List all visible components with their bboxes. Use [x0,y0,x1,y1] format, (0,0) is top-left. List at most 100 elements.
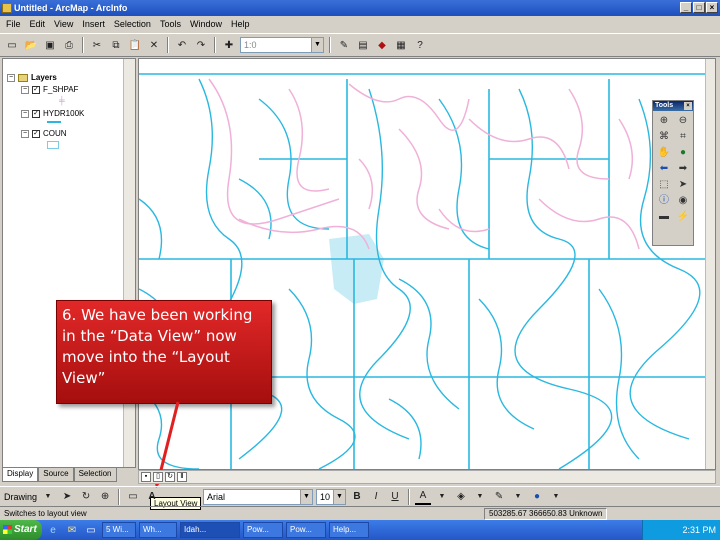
arctoolbox-icon[interactable]: ◆ [374,37,390,53]
chevron-down-icon[interactable]: ▼ [434,489,450,505]
layer-visibility-checkbox[interactable]: ✓ [32,109,40,118]
start-button[interactable]: Start [0,520,42,540]
refresh-view-button[interactable]: ↻ [165,472,175,482]
zoom-out-icon[interactable]: ⊖ [674,113,692,128]
tab-display[interactable]: Display [2,468,39,482]
command-line-icon[interactable]: ▦ [393,37,409,53]
tools-palette-header[interactable]: Tools × [653,101,693,111]
menu-insert[interactable]: Insert [82,16,105,32]
marker-color-icon[interactable]: ● [529,489,545,505]
chevron-down-icon[interactable]: ▼ [548,489,564,505]
cut-icon[interactable]: ✂ [89,37,105,53]
arccatalog-icon[interactable]: ▤ [355,37,371,53]
data-view-button[interactable]: ▪ [141,472,151,482]
menu-edit[interactable]: Edit [30,16,46,32]
add-data-icon[interactable]: ✚ [221,37,237,53]
menu-window[interactable]: Window [190,16,222,32]
collapse-icon[interactable]: − [21,129,29,138]
layer-visibility-checkbox[interactable]: ✓ [32,85,40,94]
menu-help[interactable]: Help [231,16,250,32]
task-button[interactable]: Wh... [139,522,177,538]
save-icon[interactable]: ▣ [42,37,58,53]
tab-selection[interactable]: Selection [73,468,117,482]
chevron-down-icon[interactable]: ▼ [300,489,313,504]
pause-drawing-button[interactable]: Ⅱ [177,472,187,482]
minimize-button[interactable]: _ [680,2,692,13]
map-scrollbar[interactable] [705,59,715,469]
tab-source[interactable]: Source [38,468,74,482]
print-icon[interactable]: ⎙ [61,37,77,53]
layer-item[interactable]: − ✓ COUN [21,129,67,138]
close-button[interactable]: × [706,2,718,13]
chevron-down-icon[interactable]: ▼ [333,489,346,504]
collapse-icon[interactable]: − [7,73,15,82]
collapse-icon[interactable]: − [21,109,29,118]
close-icon[interactable]: × [684,102,692,110]
forward-arrow-icon[interactable]: ➡ [674,161,692,176]
fixed-zoom-out-icon[interactable]: ⌗ [674,129,692,144]
chevron-down-icon[interactable]: ▼ [472,489,488,505]
editor-toolbar-icon[interactable]: ✎ [336,37,352,53]
layer-visibility-checkbox[interactable]: ✓ [32,129,40,138]
redo-icon[interactable]: ↷ [193,37,209,53]
whats-this-help-icon[interactable]: ? [412,37,428,53]
select-elements-pointer-icon[interactable]: ➤ [674,177,692,192]
line-color-icon[interactable]: ✎ [491,489,507,505]
select-features-icon[interactable]: ⬚ [655,177,673,192]
menu-selection[interactable]: Selection [114,16,151,32]
layers-root[interactable]: − Layers [7,73,57,82]
underline-icon[interactable]: U [387,489,403,505]
paste-icon[interactable]: 📋 [127,37,143,53]
maximize-button[interactable]: □ [693,2,705,13]
fixed-zoom-in-icon[interactable]: ⌘ [655,129,673,144]
find-binoculars-icon[interactable]: ◉ [674,193,692,208]
font-name-combo[interactable]: Arial ▼ [203,488,314,505]
start-label: Start [14,524,37,535]
collapse-icon[interactable]: − [21,85,29,94]
map-display[interactable] [138,58,716,470]
quicklaunch-outlook-icon[interactable]: ✉ [64,522,80,538]
font-color-icon[interactable]: A [415,489,432,505]
text-tool-icon[interactable]: A [144,489,160,505]
layout-view-button[interactable]: ▯ [153,472,163,482]
rotate-icon[interactable]: ↻ [78,489,94,505]
task-button[interactable]: Help... [329,522,369,538]
layer-item[interactable]: − ✓ HYDR100K [21,109,84,118]
drawing-menu[interactable]: Drawing [4,492,37,502]
zoom-in-icon[interactable]: ⊕ [655,113,673,128]
select-elements-pointer-icon[interactable]: ➤ [59,489,75,505]
hyperlink-icon[interactable]: ⚡ [674,209,692,224]
open-folder-icon[interactable]: 📂 [23,37,39,53]
task-button[interactable]: Pow... [286,522,326,538]
measure-icon[interactable]: ▬ [655,209,673,224]
chevron-down-icon[interactable]: ▼ [311,38,323,52]
menu-view[interactable]: View [54,16,73,32]
back-arrow-icon[interactable]: ⬅ [655,161,673,176]
new-document-icon[interactable]: ▭ [4,37,20,53]
full-extent-globe-icon[interactable]: ● [674,145,692,160]
task-button[interactable]: 5 Wi... [102,522,136,538]
rectangle-icon[interactable]: ▭ [125,489,141,505]
menu-tools[interactable]: Tools [160,16,181,32]
toolbar-separator [329,37,331,53]
quicklaunch-ie-icon[interactable]: e [45,522,61,538]
identify-icon[interactable]: ⓘ [655,193,673,208]
fill-color-icon[interactable]: ◈ [453,489,469,505]
menu-file[interactable]: File [6,16,21,32]
italic-icon[interactable]: I [368,489,384,505]
toc-scrollbar[interactable] [123,59,135,467]
copy-icon[interactable]: ⧉ [108,37,124,53]
chevron-down-icon[interactable]: ▼ [40,489,56,505]
zoom-page-icon[interactable]: ⊕ [97,489,113,505]
chevron-down-icon[interactable]: ▼ [510,489,526,505]
quicklaunch-desktop-icon[interactable]: ▭ [83,522,99,538]
layer-item[interactable]: − ✓ F_SHPAF [21,85,78,94]
pan-hand-icon[interactable]: ✋ [655,145,673,160]
task-button[interactable]: Pow... [243,522,283,538]
task-button[interactable]: Idah... [180,522,240,538]
undo-icon[interactable]: ↶ [174,37,190,53]
map-scale-combo[interactable]: 1:0 ▼ [240,37,324,53]
font-size-combo[interactable]: 10 ▼ [316,488,347,505]
delete-icon[interactable]: ✕ [146,37,162,53]
bold-icon[interactable]: B [349,489,365,505]
